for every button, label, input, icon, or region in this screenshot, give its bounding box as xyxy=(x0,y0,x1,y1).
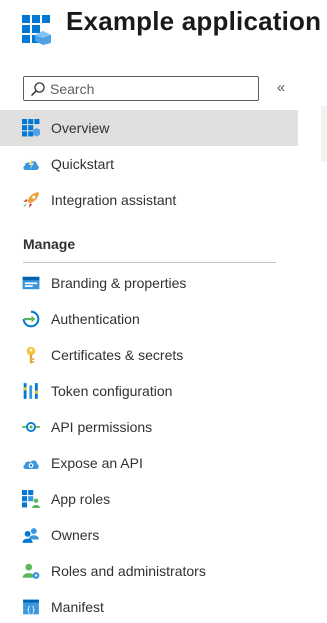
nav-label-integration-assistant: Integration assistant xyxy=(51,192,177,208)
nav-label-roles-administrators: Roles and administrators xyxy=(51,563,206,579)
nav-item-api-permissions[interactable]: API permissions xyxy=(0,409,298,445)
token-bars-icon xyxy=(23,383,39,399)
manifest-icon: {} xyxy=(23,599,39,615)
search-box[interactable] xyxy=(23,76,259,101)
section-title-manage: Manage xyxy=(23,236,76,252)
nav-item-authentication[interactable]: Authentication xyxy=(0,301,298,337)
nav-item-expose-api[interactable]: Expose an API xyxy=(0,445,298,481)
nav-item-token-configuration[interactable]: Token configuration xyxy=(0,373,298,409)
nav-top: Overview Quickstart Integration assistan… xyxy=(0,110,298,218)
search-icon xyxy=(30,82,45,97)
api-permissions-icon xyxy=(22,422,40,432)
nav-label-manifest: Manifest xyxy=(51,599,104,615)
nav-item-integration-assistant[interactable]: Integration assistant xyxy=(0,182,298,218)
nav-item-owners[interactable]: Owners xyxy=(0,517,298,553)
expose-api-cloud-icon xyxy=(23,460,39,469)
quickstart-cloud-icon xyxy=(23,158,39,170)
roles-admin-icon xyxy=(22,563,40,579)
collapse-sidebar-button[interactable]: « xyxy=(273,79,289,97)
owners-icon xyxy=(22,528,39,543)
nav-manage: Branding & properties Authentication Cer… xyxy=(0,265,298,623)
search-input[interactable] xyxy=(50,79,250,98)
nav-label-api-permissions: API permissions xyxy=(51,419,153,435)
nav-label-overview: Overview xyxy=(51,120,110,136)
content-panel-edge xyxy=(321,106,327,162)
nav-item-roles-administrators[interactable]: Roles and administrators xyxy=(0,553,298,589)
svg-text:{}: {} xyxy=(26,605,35,614)
nav-label-token-configuration: Token configuration xyxy=(51,383,173,399)
section-divider xyxy=(23,262,276,263)
rocket-icon xyxy=(23,192,39,208)
page-title: Example application xyxy=(66,6,322,36)
nav-label-app-roles: App roles xyxy=(51,491,111,507)
manage-section-header: Manage xyxy=(23,236,276,263)
nav-label-expose-api: Expose an API xyxy=(51,455,143,471)
nav-item-overview[interactable]: Overview xyxy=(0,110,298,146)
app-registration-icon xyxy=(22,15,51,45)
nav-label-branding: Branding & properties xyxy=(51,275,187,291)
nav-label-quickstart: Quickstart xyxy=(51,156,115,172)
nav-item-manifest[interactable]: {} Manifest xyxy=(0,589,298,623)
nav-item-certificates[interactable]: Certificates & secrets xyxy=(0,337,298,373)
overview-grid-icon xyxy=(22,119,40,137)
nav-label-authentication: Authentication xyxy=(51,311,140,327)
authentication-icon xyxy=(22,310,40,328)
key-icon xyxy=(26,346,36,364)
page-header: Example application xyxy=(0,0,327,56)
nav-item-branding[interactable]: Branding & properties xyxy=(0,265,298,301)
branding-icon xyxy=(22,276,40,290)
nav-label-certificates: Certificates & secrets xyxy=(51,347,184,363)
nav-item-app-roles[interactable]: App roles xyxy=(0,481,298,517)
nav-item-quickstart[interactable]: Quickstart xyxy=(0,146,298,182)
app-roles-icon xyxy=(22,490,40,508)
nav-label-owners: Owners xyxy=(51,527,100,543)
